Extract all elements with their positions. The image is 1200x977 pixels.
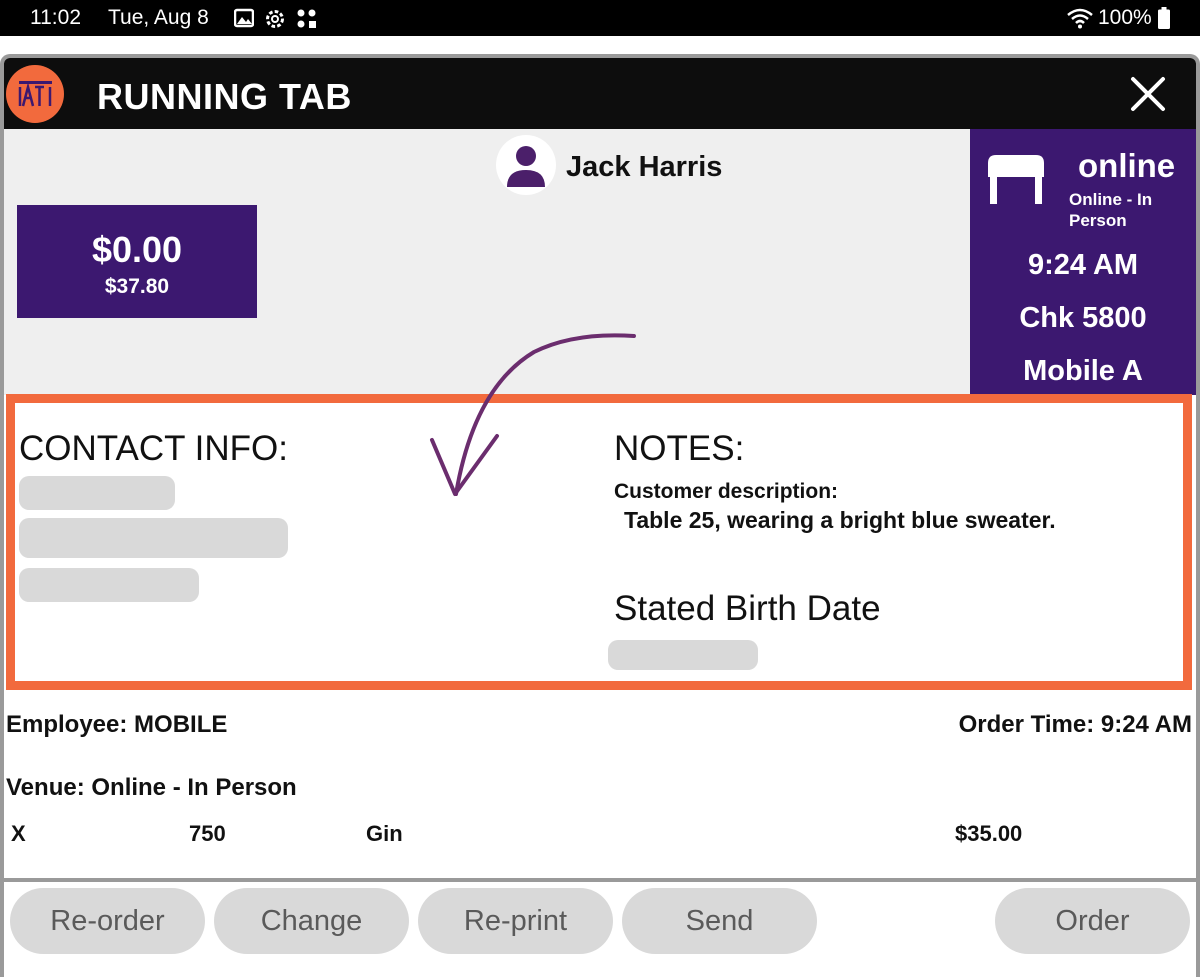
status-time: 11:02 — [30, 6, 81, 29]
venue-name: Online - In Person — [1069, 190, 1153, 230]
send-button[interactable]: Send — [622, 888, 817, 954]
contact-name-redacted — [19, 476, 175, 510]
app-logo — [6, 65, 64, 123]
change-button[interactable]: Change — [214, 888, 409, 954]
avatar — [496, 135, 556, 195]
contact-info-heading: CONTACT INFO: — [19, 429, 288, 468]
order-item-row[interactable]: X 750 Gin $35.00 — [4, 821, 1196, 851]
reorder-button[interactable]: Re-order — [10, 888, 205, 954]
check-number: Chk 5800 — [1019, 302, 1147, 334]
item-price: $35.00 — [955, 821, 1023, 846]
app-logo-mark — [18, 81, 52, 107]
tab-time: 9:24 AM — [1027, 249, 1139, 281]
settings-icon — [266, 10, 284, 28]
order-time-label: Order Time: 9:24 AM — [958, 711, 1192, 738]
tab-info-panel: online Online - In Person 9:24 AM Chk 58… — [970, 129, 1196, 395]
item-void-flag: X — [11, 821, 26, 846]
station-name: Mobile A — [1023, 355, 1143, 387]
wifi-icon — [1067, 8, 1093, 29]
birth-date-redacted — [608, 640, 758, 670]
battery-icon — [1158, 7, 1170, 29]
status-bar: 11:02 Tue, Aug 8 100% — [0, 0, 1200, 36]
balance-due: $0.00 — [91, 229, 183, 270]
item-quantity: 750 — [189, 821, 226, 846]
table-icon — [988, 155, 1044, 204]
order-button[interactable]: Order — [995, 888, 1190, 954]
order-mode: online — [1078, 147, 1176, 184]
venue-label: Venue: Online - In Person — [6, 774, 297, 801]
close-icon[interactable] — [1128, 74, 1168, 114]
action-divider — [4, 878, 1196, 882]
battery-level: 100% — [1098, 6, 1152, 29]
employee-label: Employee: MOBILE — [6, 711, 228, 738]
title-bar: RUNNING TAB — [4, 58, 1196, 129]
reprint-button[interactable]: Re-print — [418, 888, 613, 954]
item-name: Gin — [366, 821, 403, 846]
balance-box: $0.00 $37.80 — [17, 205, 257, 318]
customer-name: Jack Harris — [566, 151, 723, 183]
customer-description: Table 25, wearing a bright blue sweater. — [624, 507, 1056, 533]
status-date: Tue, Aug 8 — [108, 6, 209, 29]
window-title: RUNNING TAB — [97, 76, 352, 117]
apps-icon — [297, 9, 316, 28]
birth-date-heading: Stated Birth Date — [614, 589, 881, 628]
annotation-arrow — [430, 333, 636, 496]
contact-phone-redacted — [19, 568, 199, 602]
user-icon — [507, 146, 545, 187]
running-tab-window: RUNNING TAB Jack Harris $0.00 $37.80 onl… — [0, 54, 1200, 977]
image-icon — [234, 8, 254, 28]
contact-email-redacted — [19, 518, 288, 558]
balance-total: $37.80 — [104, 275, 170, 298]
